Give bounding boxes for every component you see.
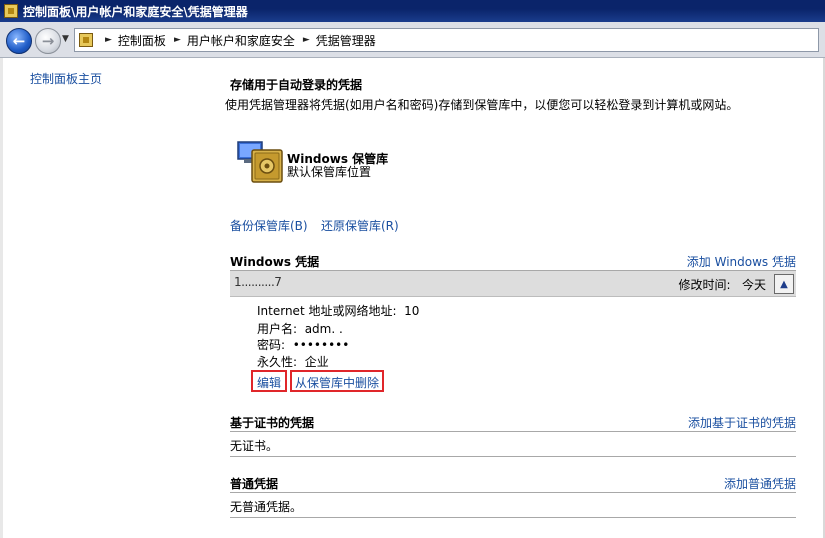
address-label: Internet 地址或网络地址:: [257, 304, 397, 318]
recent-pages-dropdown-icon[interactable]: ▼: [62, 34, 69, 44]
generic-credentials-header: 普通凭据 添加普通凭据: [230, 475, 796, 493]
address-field[interactable]: ► 控制面板 ► 用户帐户和家庭安全 ► 凭据管理器: [74, 28, 819, 52]
credential-address: Internet 地址或网络地址: 10: [257, 302, 419, 319]
credential-persistence: 永久性: 企业: [257, 353, 329, 370]
add-windows-credential-link[interactable]: 添加 Windows 凭据: [687, 253, 796, 270]
password-value: ••••••••: [292, 338, 350, 352]
persistence-label: 永久性:: [257, 355, 298, 369]
divider: [230, 456, 796, 457]
remove-from-vault-link[interactable]: 从保管库中删除: [290, 370, 385, 392]
left-pane-border: [0, 58, 3, 538]
credential-password: 密码: ••••••••: [257, 336, 349, 353]
modified-label: 修改时间:: [678, 278, 731, 292]
username-value: adm. .: [304, 322, 343, 336]
arrow-left-icon: ←: [12, 32, 26, 50]
generic-credentials-title: 普通凭据: [230, 477, 279, 491]
forward-button[interactable]: →: [35, 28, 61, 54]
divider: [230, 517, 796, 518]
chevron-up-icon: ▲: [780, 278, 788, 290]
page-title: 存储用于自动登录的凭据: [230, 78, 363, 92]
persistence-value: 企业: [304, 355, 329, 369]
password-label: 密码:: [257, 338, 286, 352]
credential-name: 1..........7: [234, 275, 282, 289]
control-panel-home-link[interactable]: 控制面板主页: [30, 70, 102, 87]
window-title: 控制面板\用户帐户和家庭安全\凭据管理器: [23, 4, 248, 19]
credential-row[interactable]: 1..........7 修改时间: 今天 ▲: [230, 271, 796, 297]
certificate-credentials-title: 基于证书的凭据: [230, 416, 315, 430]
restore-vault-link[interactable]: 还原保管库(R): [321, 217, 399, 234]
windows-credentials-header: Windows 凭据 添加 Windows 凭据: [230, 253, 796, 271]
edit-credential-link[interactable]: 编辑: [251, 370, 288, 392]
credential-username: 用户名: adm. .: [257, 320, 343, 337]
vault-location: 默认保管库位置: [287, 165, 372, 179]
chevron-right-icon[interactable]: ►: [174, 35, 181, 45]
back-button[interactable]: ←: [6, 28, 32, 54]
no-generic-credentials-text: 无普通凭据。: [230, 500, 303, 514]
username-label: 用户名:: [257, 322, 298, 336]
add-certificate-credential-link[interactable]: 添加基于证书的凭据: [688, 414, 796, 431]
address-value: 10: [404, 304, 420, 318]
chevron-right-icon[interactable]: ►: [105, 35, 112, 45]
certificate-credentials-header: 基于证书的凭据 添加基于证书的凭据: [230, 414, 796, 432]
address-bar: ← → ▼ ► 控制面板 ► 用户帐户和家庭安全 ► 凭据管理器: [0, 22, 825, 58]
control-panel-icon: [79, 33, 93, 47]
credential-modified: 修改时间: 今天: [678, 276, 766, 293]
arrow-right-icon: →: [41, 32, 55, 50]
no-certificates-text: 无证书。: [230, 439, 279, 453]
chevron-right-icon[interactable]: ►: [303, 35, 310, 45]
page-description: 使用凭据管理器将凭据(如用户名和密码)存储到保管库中，以便您可以轻松登录到计算机…: [225, 98, 739, 112]
windows-credentials-title: Windows 凭据: [230, 255, 320, 269]
add-generic-credential-link[interactable]: 添加普通凭据: [724, 475, 796, 492]
collapse-button[interactable]: ▲: [774, 274, 794, 294]
breadcrumb-user-accounts[interactable]: 用户帐户和家庭安全: [187, 32, 295, 49]
title-bar: 控制面板\用户帐户和家庭安全\凭据管理器: [0, 0, 825, 22]
modified-value: 今天: [741, 278, 766, 292]
vault-icon: [237, 141, 283, 183]
vault-app-icon: [4, 4, 18, 18]
breadcrumb-credential-manager[interactable]: 凭据管理器: [316, 32, 376, 49]
breadcrumb-control-panel[interactable]: 控制面板: [118, 32, 166, 49]
backup-vault-link[interactable]: 备份保管库(B): [230, 217, 308, 234]
